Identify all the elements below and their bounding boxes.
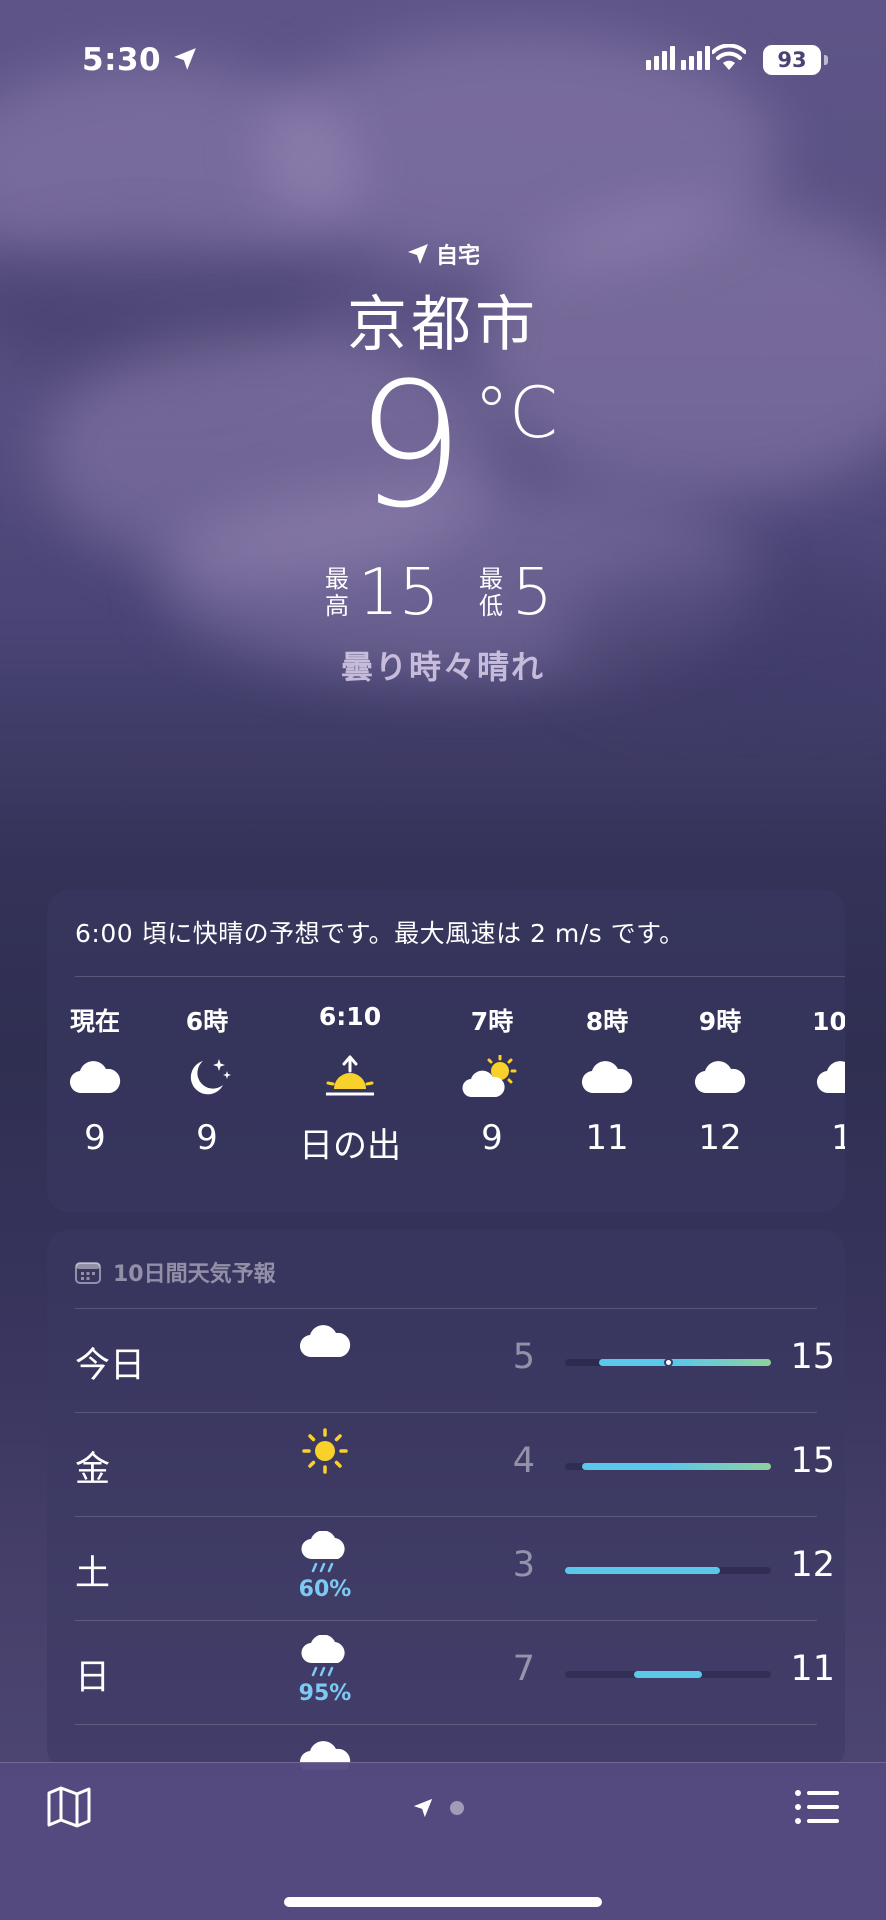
temperature-range-fill [633,1671,703,1678]
temperature-range-fill [599,1359,771,1366]
sun-icon [275,1427,375,1479]
hourly-item: 9時 12 [665,1002,775,1158]
hour-label: 9時 [698,1007,742,1036]
home-label: 自宅 [435,244,480,269]
hourly-item: 6:10 日の出 [295,1002,405,1167]
hour-temperature: 9 [84,1118,106,1158]
day-label: 土 [75,1554,111,1594]
temperature-unit: °C [474,372,558,454]
hourly-item: 6時 9 [152,1002,262,1158]
day-label: 金 [75,1450,111,1490]
hour-label: 現在 [69,1007,120,1036]
hour-label: 8時 [585,1007,629,1036]
location-arrow-icon [174,48,196,70]
current-temperature: 9 [355,345,465,546]
moon-stars-icon [152,1042,262,1112]
cloud-icon [787,1042,845,1112]
temperature-range-fill [565,1567,720,1574]
high-temperature: 最高 15 [322,556,439,630]
high-temp: 15 [790,1441,835,1481]
ten-day-forecast-card[interactable]: 10日間天気予報 今日 5 15 金 4 15 土 60% 3 12 日 95% 7 11 [47,1230,845,1770]
hour-temperature: 12 [698,1118,742,1158]
precip-chance: 60% [298,1577,352,1602]
hour-temperature: 1 [831,1118,845,1158]
day-row[interactable]: 日 95% 7 11 [75,1620,835,1724]
high-temp: 15 [790,1337,835,1377]
day-row[interactable]: 土 60% 3 12 [75,1516,835,1620]
low-value: 5 [512,556,553,630]
home-location-tag: 自宅 [0,238,886,270]
hour-temperature: 9 [196,1118,218,1158]
cloud-icon [665,1042,775,1112]
hour-label: 10時 [812,1007,845,1036]
low-temp: 4 [512,1441,535,1481]
cloud-rain-icon: 60% [275,1530,375,1602]
sunrise-icon [295,1042,405,1112]
hourly-item: 8時 11 [552,1002,662,1158]
high-label: 最高 [325,565,349,620]
hourly-item: 10時 1 [787,1002,845,1158]
hour-label: 6時 [185,1007,229,1036]
hourly-scroll[interactable]: 現在 9 6時 9 6:10 日の出 7時 9 8時 11 9時 12 10時 1 [47,890,845,1212]
calendar-icon [75,1262,101,1284]
cloud-rain-icon: 95% [275,1634,375,1706]
condition-text: 曇り時々晴れ [340,648,545,686]
ten-day-header: 10日間天気予報 [75,1256,276,1288]
day-row[interactable]: 今日 5 15 [75,1308,835,1412]
low-label: 最低 [479,565,503,620]
bottom-toolbar [0,1762,886,1920]
hour-temperature: 9 [481,1118,503,1158]
day-label: 日 [75,1658,111,1698]
cloud-icon [47,1042,150,1112]
ten-day-title: 10日間天気予報 [113,1262,276,1287]
low-temp: 3 [512,1545,535,1585]
temperature-range-bar [565,1671,771,1678]
list-icon[interactable] [794,1789,840,1825]
hour-label: 6:10 [318,1002,382,1031]
day-row[interactable]: 金 4 15 [75,1412,835,1516]
temperature-range-fill [582,1463,771,1470]
status-bar: 5:30 93 [0,0,886,120]
wifi-icon [712,44,746,70]
home-indicator[interactable] [284,1897,602,1907]
hour-temperature: 日の出 [299,1126,401,1166]
battery-level: 93 [763,45,821,75]
temperature-range-bar [565,1463,771,1470]
temperature-range-bar [565,1358,771,1367]
current-location-page-icon[interactable] [412,1797,434,1819]
hour-label: 7時 [470,1007,514,1036]
page-dot[interactable] [450,1801,464,1815]
page-indicator[interactable] [412,1797,464,1819]
low-temp: 5 [512,1337,535,1377]
high-value: 15 [358,556,440,630]
precip-chance: 95% [298,1681,352,1706]
status-time: 5:30 [82,42,162,78]
cloud-icon [552,1042,662,1112]
hourly-item: 7時 9 [437,1002,547,1158]
low-temperature: 最低 5 [476,556,553,630]
sun-behind-cloud-icon [437,1042,547,1112]
low-temp: 7 [512,1649,535,1689]
current-temp-dot [663,1358,673,1367]
location-arrow-icon [407,244,428,264]
hourly-item: 現在 9 [47,1002,150,1158]
temperature-range-bar [565,1567,771,1574]
battery-tip [824,55,828,65]
hourly-forecast-card[interactable]: 6:00 頃に快晴の予想です。最大風速は 2 m/s です。 現在 9 6時 9 6:1… [47,890,845,1212]
day-label: 今日 [75,1346,146,1386]
high-temp: 11 [790,1649,835,1689]
cloud-icon [275,1323,375,1363]
map-icon[interactable] [46,1785,92,1829]
cellular-signal-icon [646,46,710,70]
high-temp: 12 [790,1545,835,1585]
hour-temperature: 11 [585,1118,629,1158]
